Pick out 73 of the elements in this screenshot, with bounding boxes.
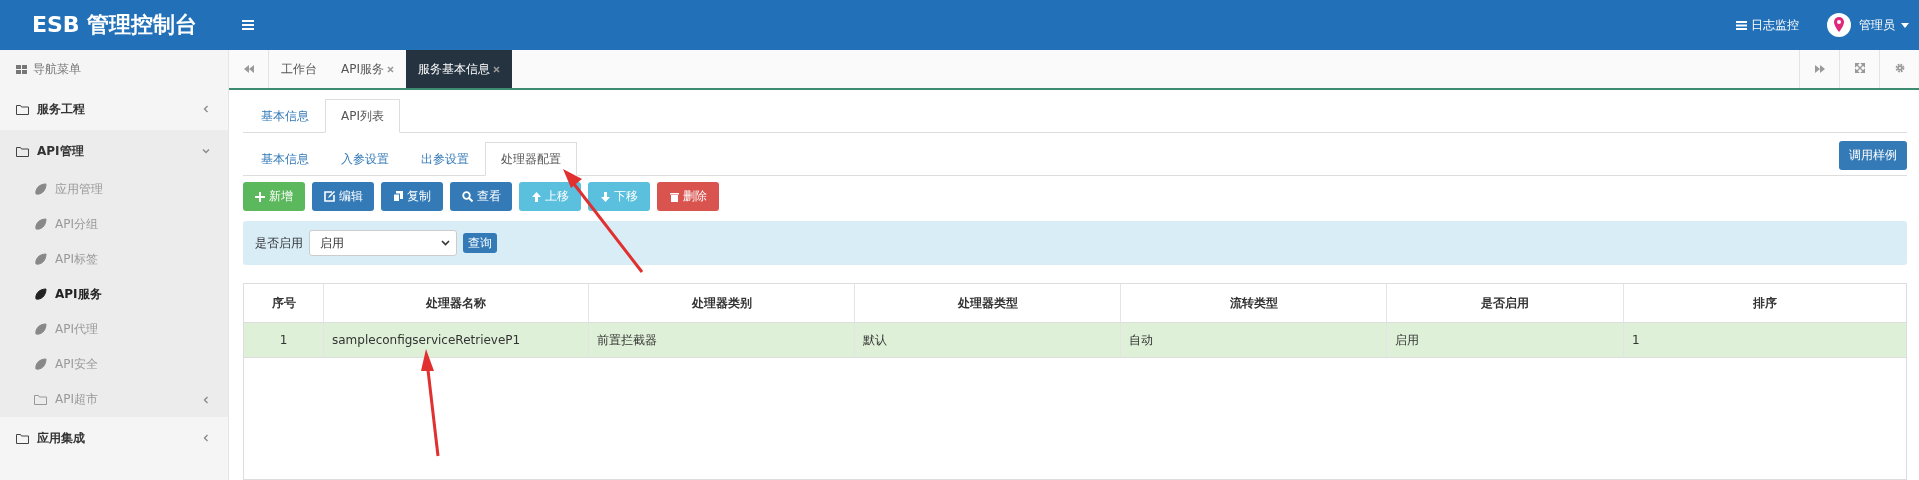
gear-icon: [1894, 63, 1905, 73]
folder-icon: [16, 432, 29, 444]
page-tab[interactable]: API服务: [329, 50, 406, 88]
edit-icon: [323, 191, 335, 202]
sidebar-item[interactable]: 应用集成: [0, 417, 228, 459]
double-left-icon: [243, 65, 254, 73]
list-icon: [1736, 20, 1747, 30]
view-button[interactable]: 查看: [450, 182, 512, 211]
tab[interactable]: 入参设置: [325, 142, 405, 176]
fullscreen-icon: [1854, 63, 1865, 73]
folder-icon: [16, 145, 29, 157]
menu-icon[interactable]: [242, 20, 254, 30]
chevron-icon: [202, 395, 210, 404]
arrow-down-icon: [600, 191, 610, 202]
sidebar-item[interactable]: 应用管理: [0, 172, 228, 207]
folder-icon: [16, 103, 29, 115]
search-icon: [461, 191, 473, 202]
chevron-down-icon: [441, 240, 450, 246]
sidebar-item[interactable]: API服务: [0, 277, 228, 312]
leaf-icon: [34, 183, 47, 196]
tab[interactable]: API列表: [325, 99, 400, 133]
table-cell: 启用: [1387, 323, 1624, 357]
leaf-icon: [34, 253, 47, 266]
log-monitor-link[interactable]: 日志监控: [1736, 16, 1799, 34]
delete-button[interactable]: 删除: [657, 182, 719, 211]
table-cell: 1: [244, 323, 324, 357]
avatar-icon[interactable]: [1827, 13, 1851, 37]
grid-icon: [16, 64, 27, 74]
chevron-icon: [202, 105, 210, 113]
chevron-icon: [202, 147, 210, 155]
leaf-icon: [34, 288, 47, 301]
leaf-icon: [34, 358, 47, 371]
column-header: 排序: [1752, 294, 1778, 312]
table-cell: 默认: [855, 323, 1121, 357]
copy-button[interactable]: 复制: [381, 182, 443, 211]
caret-icon: [1901, 22, 1909, 28]
user-menu[interactable]: 管理员: [1859, 16, 1909, 34]
filter-label: 是否启用: [255, 234, 303, 252]
table-row[interactable]: 1 sampleconfigserviceRetrieveP1 前置拦截器 默认 自动 启用 1: [244, 322, 1906, 358]
sample-button[interactable]: 调用样例: [1839, 140, 1907, 170]
table-cell: 自动: [1121, 323, 1387, 357]
tab[interactable]: 出参设置: [405, 142, 485, 176]
tab[interactable]: 处理器配置: [485, 142, 577, 176]
arrow-up-icon: [531, 191, 541, 202]
plus-icon: [255, 191, 265, 202]
double-right-icon: [1814, 65, 1825, 73]
sidebar-item[interactable]: API分组: [0, 207, 228, 242]
query-button[interactable]: 查询: [463, 233, 497, 253]
page-tab[interactable]: 工作台: [269, 50, 329, 88]
sidebar-item[interactable]: 服务工程: [0, 88, 228, 130]
app-logo: ESB 管理控制台: [32, 11, 199, 39]
trash-icon: [669, 191, 679, 202]
folder-icon: [34, 394, 47, 405]
table-cell: 前置拦截器: [589, 323, 855, 357]
sidebar-item[interactable]: API安全: [0, 347, 228, 382]
sidebar-title: 导航菜单: [33, 60, 81, 78]
page-tab[interactable]: 服务基本信息: [406, 50, 512, 88]
sidebar-item[interactable]: API管理: [0, 130, 228, 172]
add-button[interactable]: 新增: [243, 182, 305, 211]
close-icon[interactable]: [387, 65, 394, 73]
copy-icon: [393, 191, 403, 202]
close-icon[interactable]: [493, 65, 500, 73]
chevron-icon: [202, 434, 210, 442]
tab[interactable]: 基本信息: [245, 142, 325, 176]
tab[interactable]: 基本信息: [245, 99, 325, 133]
sidebar-item[interactable]: API标签: [0, 242, 228, 277]
sidebar-item[interactable]: API超市: [0, 382, 228, 417]
table-cell-text: 1: [1631, 332, 1641, 349]
edit-button[interactable]: 编辑: [312, 182, 374, 211]
sidebar-item[interactable]: API代理: [0, 312, 228, 347]
status-dropdown[interactable]: 启用: [309, 230, 457, 256]
leaf-icon: [34, 218, 47, 231]
leaf-icon: [34, 323, 47, 336]
